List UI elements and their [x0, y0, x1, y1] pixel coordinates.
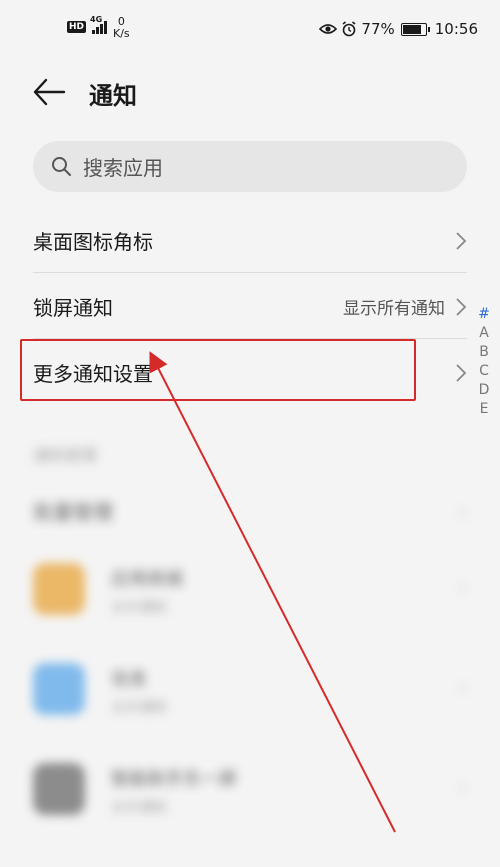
row-label: 桌面图标角标: [33, 230, 153, 254]
app-subtitle: 允许通知: [111, 700, 167, 716]
network-type: 4G: [90, 15, 103, 24]
search-input[interactable]: [81, 141, 445, 194]
row-badge-icon[interactable]: 桌面图标角标: [33, 207, 467, 273]
app-icon: [33, 663, 85, 715]
chevron-right-icon: [456, 364, 467, 382]
signal-icon: 4G: [90, 15, 108, 34]
app-name: 应用商城: [111, 569, 183, 590]
status-left: HD 4G 0 K/s: [67, 15, 130, 40]
chevron-right-icon: ›: [459, 500, 467, 524]
network-speed: 0 K/s: [113, 15, 130, 40]
section-title: 通知管理: [33, 446, 98, 465]
index-letter[interactable]: D: [479, 382, 490, 398]
status-bar: HD 4G 0 K/s 77% 10:56: [0, 0, 500, 62]
row-lockscreen-notification[interactable]: 锁屏通知 显示所有通知: [33, 273, 467, 339]
row-label: 锁屏通知: [33, 296, 113, 320]
app-item[interactable]: 应用商城 允许通知 ›: [33, 545, 467, 635]
app-subtitle: 允许通知: [111, 600, 167, 616]
page-title: 通知: [89, 82, 137, 110]
eye-icon: [319, 24, 338, 34]
index-letter[interactable]: #: [478, 306, 490, 322]
battery-percent: 77%: [361, 20, 395, 38]
app-name: 信息: [111, 669, 147, 690]
chevron-right-icon: [456, 298, 467, 316]
back-arrow-icon[interactable]: [32, 76, 66, 108]
app-icon: [33, 763, 85, 815]
app-item[interactable]: 信息 允许通知 ›: [33, 645, 467, 735]
app-name: 智能助手负一屏: [111, 769, 237, 790]
app-header: 通知: [0, 70, 500, 114]
app-icon: [33, 563, 85, 615]
chevron-right-icon: ›: [459, 675, 467, 699]
app-item[interactable]: 智能助手负一屏 允许通知 ›: [33, 745, 467, 835]
chevron-right-icon: [456, 232, 467, 250]
status-right: 77% 10:56: [319, 20, 478, 38]
hd-badge: HD: [67, 21, 87, 33]
search-bar[interactable]: [33, 141, 467, 194]
clock: 10:56: [434, 20, 478, 38]
battery-icon: [400, 22, 430, 36]
index-letter[interactable]: C: [479, 363, 489, 379]
batch-manage[interactable]: 批量管理: [33, 496, 113, 525]
index-letter[interactable]: A: [479, 325, 489, 341]
blurred-app-list: 通知管理 批量管理 › 应用商城 允许通知 › 信息 允许通知 › 智能助手负一…: [0, 400, 500, 867]
alarm-icon: [342, 21, 356, 37]
search-icon: [52, 157, 71, 176]
index-letter[interactable]: B: [479, 344, 489, 360]
chevron-right-icon: ›: [459, 775, 467, 799]
chevron-right-icon: ›: [459, 575, 467, 599]
row-value: 显示所有通知: [343, 299, 445, 319]
app-subtitle: 允许通知: [111, 800, 167, 816]
highlight-box: [20, 339, 416, 401]
